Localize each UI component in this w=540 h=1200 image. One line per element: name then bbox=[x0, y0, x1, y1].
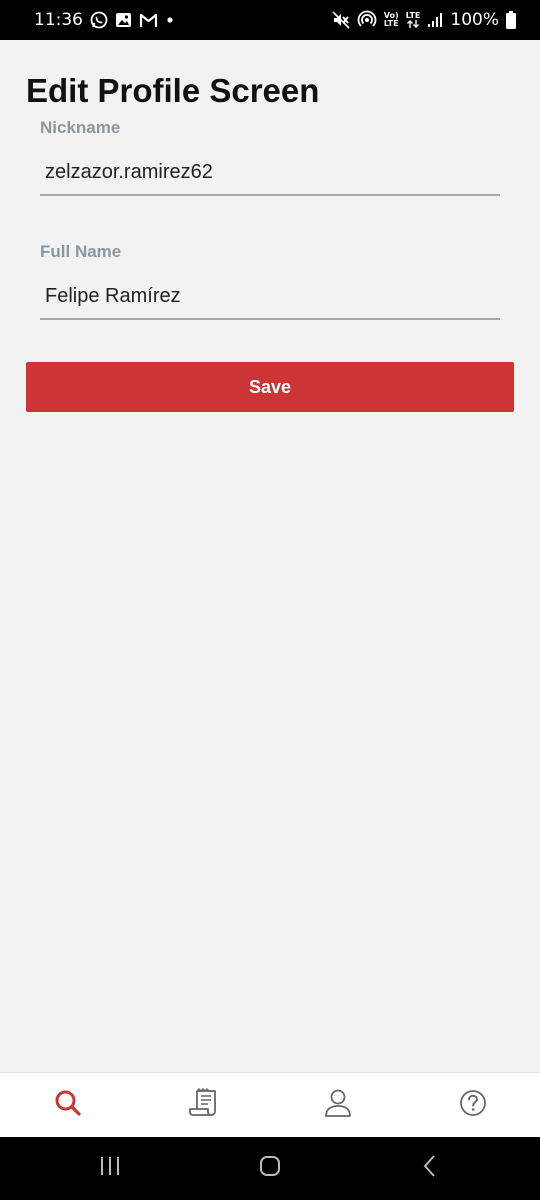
full-name-input[interactable] bbox=[40, 262, 500, 320]
receipt-icon bbox=[187, 1087, 219, 1124]
notification-dot-icon bbox=[165, 15, 175, 25]
volte-label-bottom: LTE bbox=[383, 19, 399, 28]
recent-apps-button[interactable] bbox=[60, 1137, 160, 1200]
hotspot-icon bbox=[357, 10, 377, 30]
status-time: 11:36 bbox=[34, 10, 83, 30]
search-icon bbox=[53, 1088, 83, 1123]
mute-icon bbox=[332, 11, 350, 29]
page-title: Edit Profile Screen bbox=[26, 72, 320, 109]
help-icon bbox=[458, 1088, 488, 1123]
system-nav-bar bbox=[0, 1137, 540, 1200]
gallery-icon bbox=[115, 12, 132, 28]
nickname-label: Nickname bbox=[40, 118, 121, 137]
lte-label: LTE bbox=[405, 11, 421, 20]
nickname-field-group: Nickname bbox=[40, 118, 500, 196]
status-right: Vo) LTE LTE 100% bbox=[332, 10, 516, 30]
signal-icon bbox=[427, 12, 443, 28]
tab-profile[interactable] bbox=[270, 1073, 405, 1138]
save-button[interactable]: Save bbox=[26, 362, 514, 412]
tab-search[interactable] bbox=[0, 1073, 135, 1138]
back-button[interactable] bbox=[380, 1137, 480, 1200]
whatsapp-icon bbox=[90, 11, 108, 29]
battery-icon bbox=[506, 11, 516, 29]
bottom-tab-bar bbox=[0, 1072, 540, 1137]
volte-icon: Vo) LTE bbox=[384, 12, 399, 28]
gmail-icon bbox=[139, 13, 158, 28]
tab-receipts[interactable] bbox=[135, 1073, 270, 1138]
person-icon bbox=[322, 1087, 354, 1124]
full-name-label: Full Name bbox=[40, 242, 122, 261]
recent-apps-icon bbox=[98, 1155, 122, 1182]
home-button[interactable] bbox=[220, 1137, 320, 1200]
tab-help[interactable] bbox=[405, 1073, 540, 1138]
status-bar: 11:36 Vo) LTE LTE 100% bbox=[0, 0, 540, 40]
full-name-field-group: Full Name bbox=[40, 242, 500, 320]
status-left: 11:36 bbox=[34, 10, 175, 30]
lte-data-icon: LTE bbox=[405, 11, 421, 28]
home-icon bbox=[258, 1154, 282, 1183]
back-icon bbox=[420, 1154, 440, 1183]
nickname-input[interactable] bbox=[40, 138, 500, 196]
battery-percent: 100% bbox=[450, 10, 499, 30]
